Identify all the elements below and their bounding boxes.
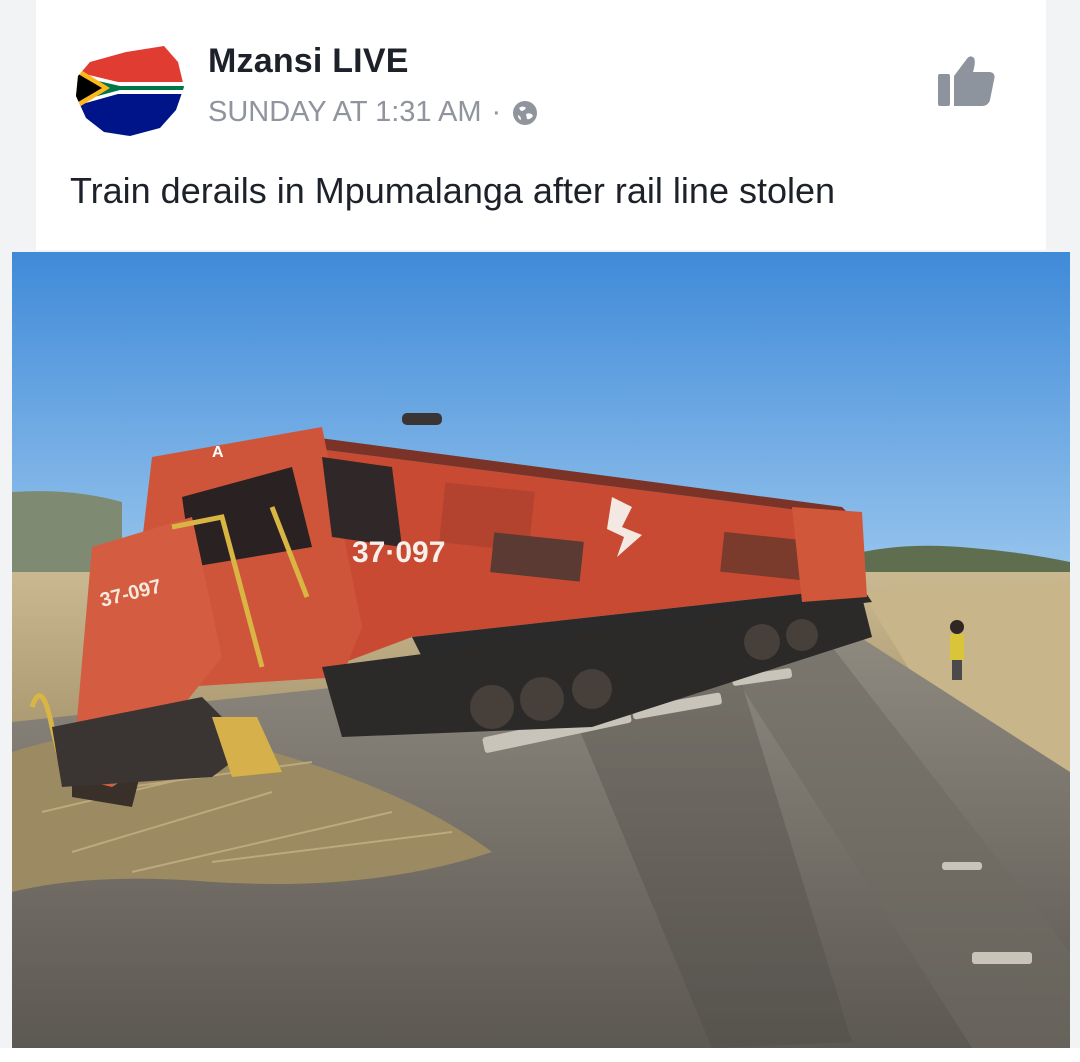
meta-separator: · [491,96,502,128]
worker-figure [950,620,964,680]
thumbs-up-icon[interactable] [936,52,998,110]
cab-badge: A [212,444,224,461]
timestamp[interactable]: SUNDAY AT 1:31 AM [208,96,481,129]
post-headline: Train derails in Mpumalanga after rail l… [70,170,836,211]
derailed-locomotive-photo: 37·097 37-097 A [12,252,1070,1048]
page-name[interactable]: Mzansi LIVE [208,42,409,81]
post-meta: SUNDAY AT 1:31 AM · [208,96,539,129]
page-avatar[interactable] [68,32,186,142]
post-card [36,0,1046,250]
locomotive-number: 37·097 [352,536,445,569]
post-photo[interactable]: 37·097 37-097 A [12,252,1070,1048]
globe-icon [513,100,538,125]
bottom-strip [0,1048,1080,1062]
south-africa-flag-map-logo [76,46,184,136]
